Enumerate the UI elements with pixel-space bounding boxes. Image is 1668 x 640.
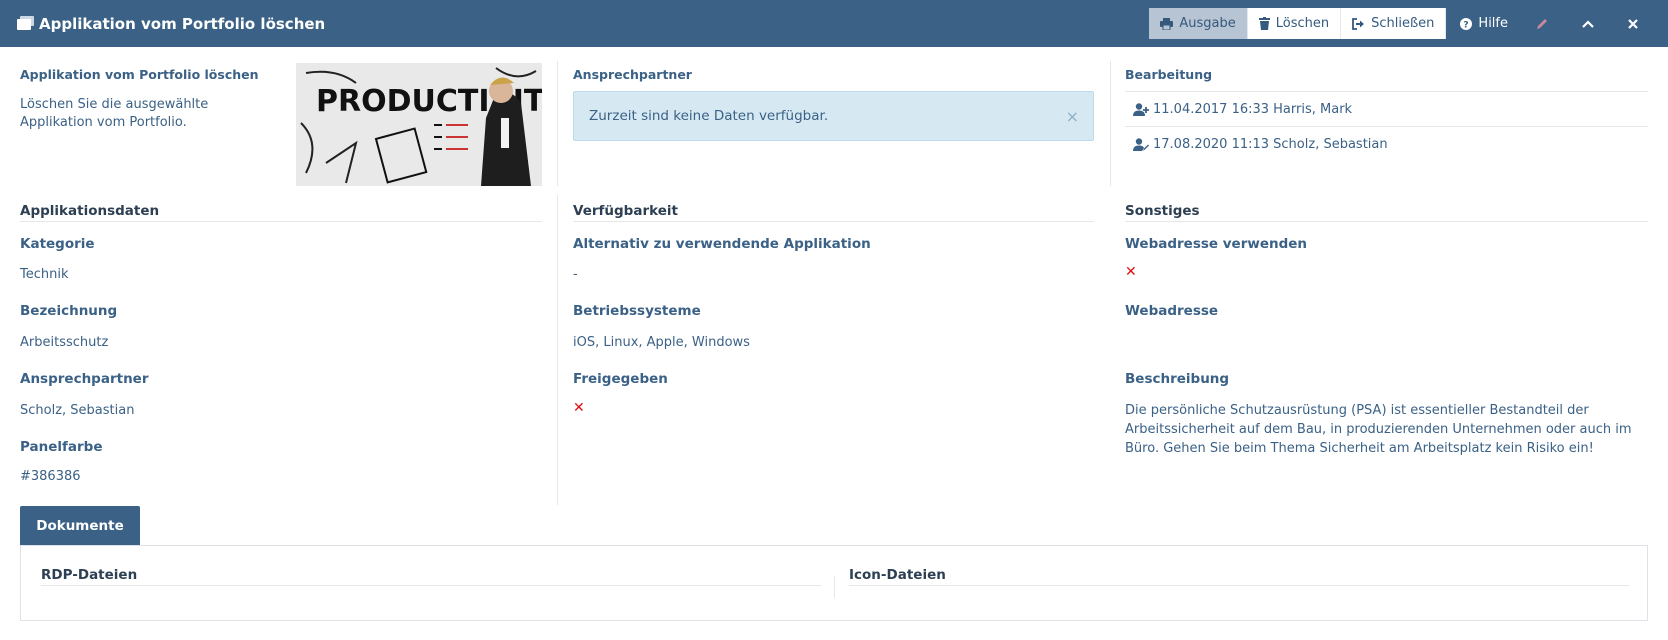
printer-icon [1160,17,1174,30]
close-button[interactable]: Schließen [1341,8,1447,39]
name-label: Bezeichnung [20,303,118,319]
intro-heading: Applikation vom Portfolio löschen [20,67,259,82]
modified-entry: 17.08.2020 11:13 Scholz, Sebastian [1125,126,1648,161]
stacked-windows-icon [16,16,35,31]
category-label: Kategorie [20,236,95,252]
editing-section: Bearbeitung [1125,67,1212,82]
divider [557,61,558,186]
editing-heading: Bearbeitung [1125,67,1213,82]
alternative-app-value: - [573,267,578,282]
description-label: Beschreibung [1125,371,1230,387]
alternative-app-label: Alternativ zu verwendende Applikation [573,236,871,252]
rdp-files-title: RDP-Dateien [41,567,821,586]
app-data-title: Applikationsdaten [20,203,542,222]
intro-text: Löschen Sie die ausgewählte Applikation … [20,97,209,130]
collapse-button[interactable] [1568,8,1614,39]
tab-documents[interactable]: Dokumente [20,506,140,545]
category-value: Technik [20,267,69,282]
application-image: PRODUCTIVITY [296,63,542,186]
sign-out-icon [1352,17,1365,30]
alert-text: Zurzeit sind keine Daten verfügbar. [589,108,829,124]
panel-color-label: Panelfarbe [20,439,103,455]
use-web-address-false-icon: ✕ [1125,264,1137,280]
availability-title: Verfügbarkeit [573,203,1094,222]
print-button-label: Ausgabe [1179,16,1236,31]
contact-heading: Ansprechpartner [573,67,692,82]
alert-close-icon[interactable]: × [1066,107,1079,126]
user-plus-icon [1133,102,1149,116]
contact-value: Scholz, Sebastian [20,403,135,418]
edit-button[interactable] [1522,8,1568,39]
print-button[interactable]: Ausgabe [1149,8,1248,39]
top-row: Applikation vom Portfolio löschen Lösche… [0,47,1668,195]
question-circle-icon: ? [1460,17,1473,30]
intro-section: Applikation vom Portfolio löschen Lösche… [20,67,275,132]
header-toolbar: Ausgabe Löschen Schließen ? Hilfe [1149,0,1668,47]
released-label: Freigegeben [573,371,668,387]
created-entry: 11.04.2017 16:33 Harris, Mark [1125,91,1648,126]
pencil-icon [1537,18,1547,29]
trash-icon [1258,17,1270,30]
header-title-group: Applikation vom Portfolio löschen [0,15,325,33]
contact-label: Ansprechpartner [20,371,149,387]
use-web-address-label: Webadresse verwenden [1125,236,1308,252]
no-data-alert: Zurzeit sind keine Daten verfügbar. × [573,91,1094,141]
divider [834,576,835,598]
misc-title: Sonstiges [1125,203,1648,222]
close-icon [1628,18,1638,29]
details-section: Applikationsdaten Kategorie Technik Beze… [0,195,1668,505]
close-window-button[interactable] [1614,8,1658,39]
icon-files-title: Icon-Dateien [849,567,1629,586]
help-button-label: Hilfe [1478,16,1508,31]
delete-button[interactable]: Löschen [1247,8,1342,39]
close-button-label: Schließen [1371,16,1435,31]
created-entry-text: 11.04.2017 16:33 Harris, Mark [1153,101,1353,117]
divider [557,195,558,505]
delete-button-label: Löschen [1275,16,1330,31]
svg-text:?: ? [1464,20,1469,30]
description-value: Die persönliche Schutzausrüstung (PSA) i… [1125,403,1632,456]
window-header: Applikation vom Portfolio löschen Ausgab… [0,0,1668,47]
os-value: iOS, Linux, Apple, Windows [573,335,750,350]
os-label: Betriebssysteme [573,303,701,319]
help-button[interactable]: ? Hilfe [1446,8,1522,39]
name-value: Arbeitsschutz [20,335,109,350]
documents-panel: RDP-Dateien Icon-Dateien [20,545,1648,621]
chevron-up-icon [1582,19,1594,28]
panel-color-value: #386386 [20,469,81,484]
web-address-label: Webadresse [1125,303,1219,319]
modified-entry-text: 17.08.2020 11:13 Scholz, Sebastian [1153,136,1388,152]
contact-section: Ansprechpartner [573,67,692,82]
released-false-icon: ✕ [573,400,585,416]
page-title: Applikation vom Portfolio löschen [39,14,326,33]
user-edit-icon [1133,137,1149,151]
divider [1110,61,1111,186]
